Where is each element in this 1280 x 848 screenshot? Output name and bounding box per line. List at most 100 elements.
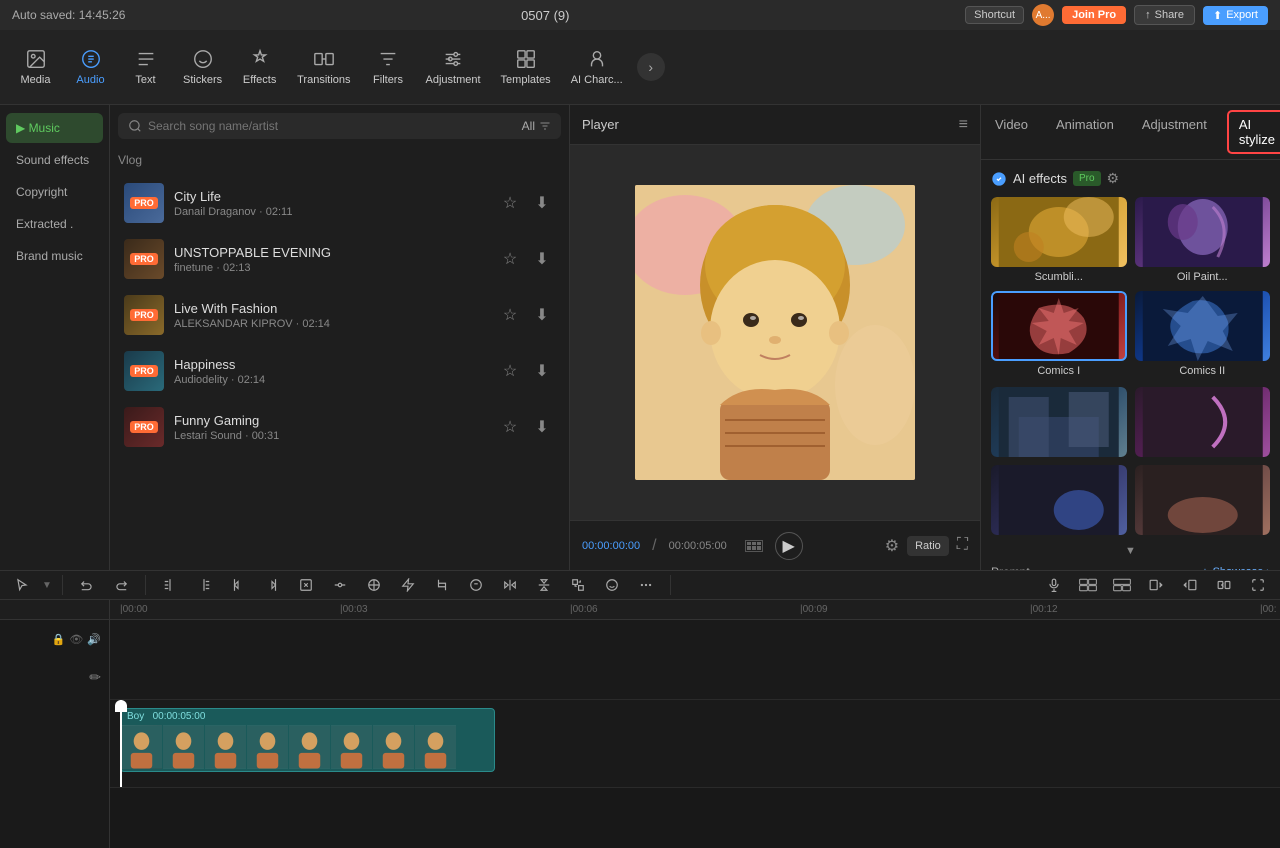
download-button[interactable]: ⬇ xyxy=(529,246,555,272)
layout-button[interactable] xyxy=(1108,571,1136,599)
thumb-svg xyxy=(331,725,372,769)
fullscreen-icon[interactable]: ⛶ xyxy=(957,536,968,556)
effect-scumbling[interactable]: Scumbli... xyxy=(991,197,1127,283)
toolbar-media[interactable]: Media xyxy=(8,42,63,92)
mask-button[interactable] xyxy=(462,571,490,599)
favorite-button[interactable]: ☆ xyxy=(497,414,523,440)
split-tracks-button[interactable] xyxy=(1074,571,1102,599)
favorite-button[interactable]: ☆ xyxy=(497,302,523,328)
effect-comics1[interactable]: Comics I xyxy=(991,291,1127,377)
toolbar-filters[interactable]: Filters xyxy=(361,42,416,92)
mirror-v-button[interactable] xyxy=(530,571,558,599)
nav-copyright[interactable]: Copyright xyxy=(6,177,103,207)
freeze-button[interactable] xyxy=(360,571,388,599)
toolbar-effects[interactable]: Effects xyxy=(232,42,287,92)
effect-r2c[interactable] xyxy=(991,465,1127,535)
play-button[interactable]: ▶ xyxy=(775,532,803,560)
tab-ai-stylize[interactable]: AI stylize xyxy=(1227,110,1280,154)
download-button[interactable]: ⬇ xyxy=(529,302,555,328)
effect-oil-paint[interactable]: Oil Paint... xyxy=(1135,197,1271,283)
nav-extracted[interactable]: Extracted . xyxy=(6,209,103,239)
ruler-mark-5: |00: xyxy=(1260,604,1277,615)
redo-button[interactable] xyxy=(107,571,135,599)
right-panel: Video Animation Adjustment AI stylize AI… xyxy=(980,105,1280,570)
emoji-button[interactable] xyxy=(598,571,626,599)
visibility-icon[interactable]: 👁 xyxy=(69,633,83,646)
song-item[interactable]: PRO Happiness Audiodelity · 02:14 ☆ ⬇ xyxy=(118,343,561,399)
split-button[interactable] xyxy=(156,571,184,599)
toolbar-ai-characters[interactable]: AI Charc... xyxy=(561,42,633,92)
split-audio-button[interactable] xyxy=(190,571,218,599)
nav-brand-music[interactable]: Brand music xyxy=(6,241,103,271)
undo-button[interactable] xyxy=(73,571,101,599)
toolbar-expand-button[interactable]: › xyxy=(637,53,665,81)
tab-video[interactable]: Video xyxy=(981,105,1042,159)
export-button[interactable]: ⬆ Export xyxy=(1203,6,1268,25)
video-clip[interactable]: Boy 00:00:05:00 xyxy=(120,708,495,772)
effect-r2d[interactable] xyxy=(1135,465,1271,535)
nav-sound-effects[interactable]: Sound effects xyxy=(6,145,103,175)
download-button[interactable]: ⬇ xyxy=(529,414,555,440)
effect-r2b[interactable] xyxy=(1135,387,1271,457)
microphone-button[interactable] xyxy=(1040,571,1068,599)
lock-icon[interactable]: 🔒 xyxy=(52,633,66,646)
settings-icon[interactable]: ⚙ xyxy=(885,536,899,556)
ai-effects-label: AI effects xyxy=(1013,171,1067,186)
download-button[interactable]: ⬇ xyxy=(529,358,555,384)
zoom-out-button[interactable] xyxy=(1142,571,1170,599)
audio-icon xyxy=(80,48,102,70)
ai-effects-settings-icon[interactable]: ⚙ xyxy=(1107,170,1120,187)
toolbar-audio[interactable]: Audio xyxy=(63,42,118,92)
shortcut-button[interactable]: Shortcut xyxy=(965,6,1024,24)
song-item[interactable]: PRO City Life Danail Draganov · 02:11 ☆ xyxy=(118,175,561,231)
effect-r2a[interactable] xyxy=(991,387,1127,457)
toolbar-stickers[interactable]: Stickers xyxy=(173,42,232,92)
transform-button[interactable] xyxy=(564,571,592,599)
delete-button[interactable] xyxy=(292,571,320,599)
toolbar-transitions[interactable]: Transitions xyxy=(287,42,360,92)
song-item[interactable]: PRO Funny Gaming Lestari Sound · 00:31 ☆ xyxy=(118,399,561,455)
avatar[interactable]: A... xyxy=(1032,4,1054,26)
effect-comics2[interactable]: Comics II xyxy=(1135,291,1271,377)
trim-start-button[interactable] xyxy=(224,571,252,599)
ai-effects-check-icon xyxy=(991,171,1007,187)
effects-grid: Scumbli... Oil Paint... xyxy=(991,197,1270,377)
join-pro-button[interactable]: Join Pro xyxy=(1062,6,1126,24)
detach-button[interactable] xyxy=(326,571,354,599)
speed-button[interactable] xyxy=(394,571,422,599)
emoji-icon xyxy=(605,578,619,592)
favorite-button[interactable]: ☆ xyxy=(497,246,523,272)
crop-button[interactable] xyxy=(428,571,456,599)
clip-thumb xyxy=(121,725,163,769)
edit-icon[interactable]: ✏ xyxy=(89,669,101,686)
trim-end-button[interactable] xyxy=(258,571,286,599)
toolbar-templates[interactable]: Templates xyxy=(491,42,561,92)
all-filter-button[interactable]: All xyxy=(522,119,551,133)
more-button[interactable] xyxy=(632,571,660,599)
ratio-button[interactable]: Ratio xyxy=(907,536,949,556)
show-more-button[interactable]: ▼ xyxy=(1125,545,1136,557)
player-menu-button[interactable]: ≡ xyxy=(959,116,968,134)
tab-adjustment[interactable]: Adjustment xyxy=(1128,105,1221,159)
song-item[interactable]: PRO Live With Fashion ALEKSANDAR KIPROV … xyxy=(118,287,561,343)
zoom-in-button[interactable] xyxy=(1176,571,1204,599)
toolbar-adjustment[interactable]: Adjustment xyxy=(416,42,491,92)
volume-icon[interactable]: 🔊 xyxy=(87,633,101,646)
toolbar-text[interactable]: Text xyxy=(118,42,173,92)
toolbar-separator xyxy=(62,575,63,595)
song-actions: ☆ ⬇ xyxy=(497,358,555,384)
search-input[interactable] xyxy=(148,119,516,133)
song-item[interactable]: PRO UNSTOPPABLE EVENING finetune · 02:13… xyxy=(118,231,561,287)
grid-view-button[interactable] xyxy=(745,540,763,552)
favorite-button[interactable]: ☆ xyxy=(497,190,523,216)
nav-music[interactable]: ▶ Music xyxy=(6,113,103,143)
tab-animation[interactable]: Animation xyxy=(1042,105,1128,159)
move-left-button[interactable] xyxy=(1210,571,1238,599)
download-button[interactable]: ⬇ xyxy=(529,190,555,216)
cursor-tool[interactable] xyxy=(8,571,36,599)
share-button[interactable]: ↑ Share xyxy=(1134,5,1195,25)
thumb-svg xyxy=(247,725,288,769)
mirror-h-button[interactable] xyxy=(496,571,524,599)
fullscreen-timeline-button[interactable] xyxy=(1244,571,1272,599)
favorite-button[interactable]: ☆ xyxy=(497,358,523,384)
